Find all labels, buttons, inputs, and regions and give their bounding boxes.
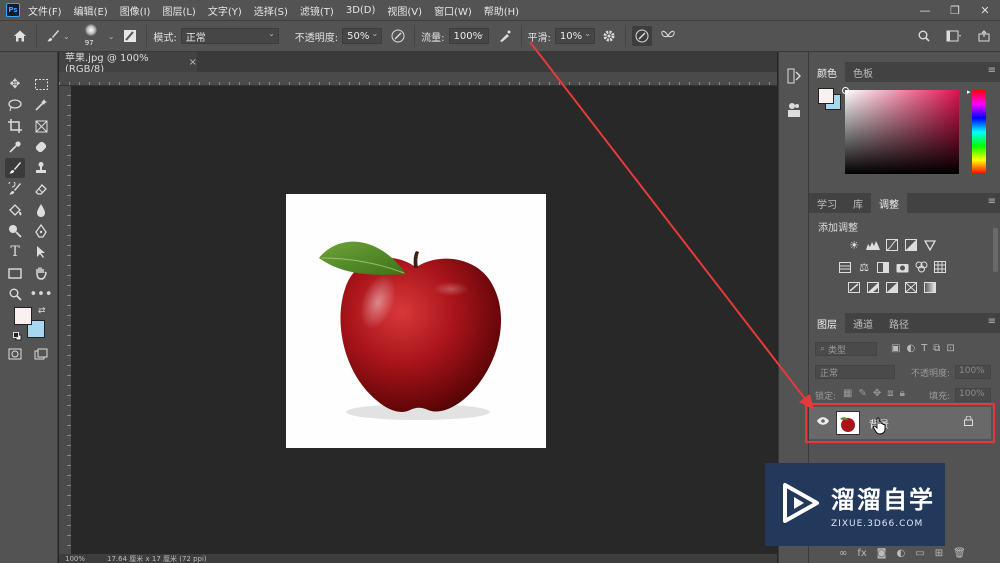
watermark-url: ZIXUE.3D66.COM [831, 519, 924, 529]
annotation-arrow-line [529, 41, 807, 401]
layer-highlight-box [805, 403, 995, 443]
watermark-title: 溜溜自学 [831, 486, 935, 514]
watermark-badge: 溜溜自学 ZIXUE.3D66.COM [765, 463, 945, 546]
play-logo-icon [777, 481, 821, 528]
